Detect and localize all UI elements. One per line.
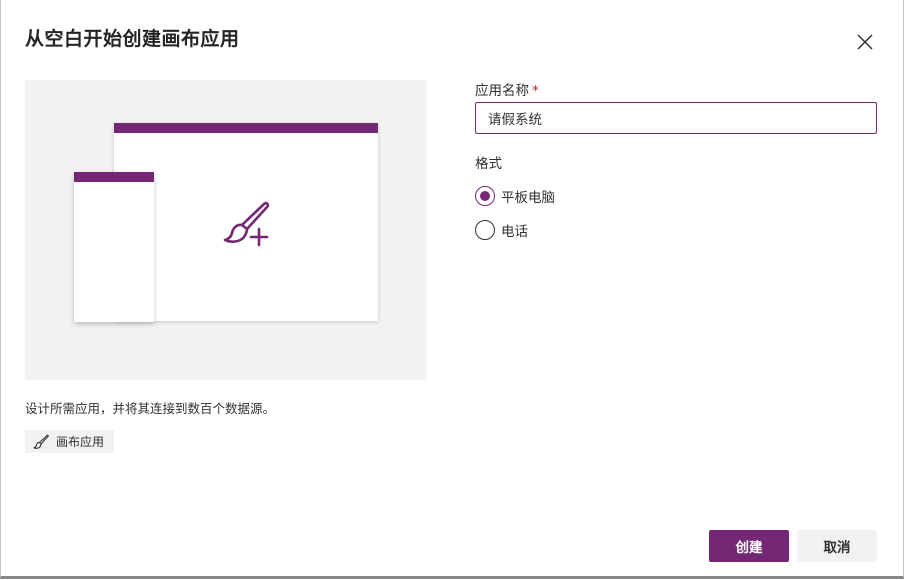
format-option-tablet-label: 平板电脑	[501, 190, 555, 206]
layout-preview	[25, 80, 427, 380]
cancel-button[interactable]: 取消	[797, 530, 877, 562]
format-option-phone-label: 电话	[501, 224, 528, 240]
dialog-title: 从空白开始创建画布应用	[25, 28, 240, 50]
create-button[interactable]: 创建	[709, 530, 789, 562]
create-canvas-app-dialog: 从空白开始创建画布应用 设计所需应用，并将其连接到数百个数据源。 画布应用 应用…	[0, 0, 904, 579]
canvas-app-tag: 画布应用	[25, 430, 115, 453]
app-name-label: 应用名称 *	[475, 79, 539, 99]
close-icon	[857, 34, 873, 50]
paintbrush-icon	[33, 434, 49, 449]
format-label: 格式	[475, 156, 502, 172]
paintbrush-add-icon	[223, 201, 270, 247]
format-option-tablet[interactable]: 平板电脑	[475, 185, 555, 207]
tablet-header-bar	[114, 123, 378, 133]
close-button[interactable]	[853, 30, 877, 54]
app-name-input[interactable]	[475, 102, 877, 134]
tag-label: 画布应用	[56, 435, 105, 449]
format-option-phone[interactable]: 电话	[475, 219, 528, 241]
radio-button-phone[interactable]	[475, 220, 495, 240]
phone-layout-illustration	[74, 172, 154, 322]
app-name-label-text: 应用名称	[475, 83, 529, 99]
radio-button-tablet[interactable]	[475, 186, 495, 206]
phone-header-bar	[74, 172, 154, 182]
required-marker: *	[532, 83, 539, 99]
dialog-description: 设计所需应用，并将其连接到数百个数据源。	[25, 401, 276, 416]
